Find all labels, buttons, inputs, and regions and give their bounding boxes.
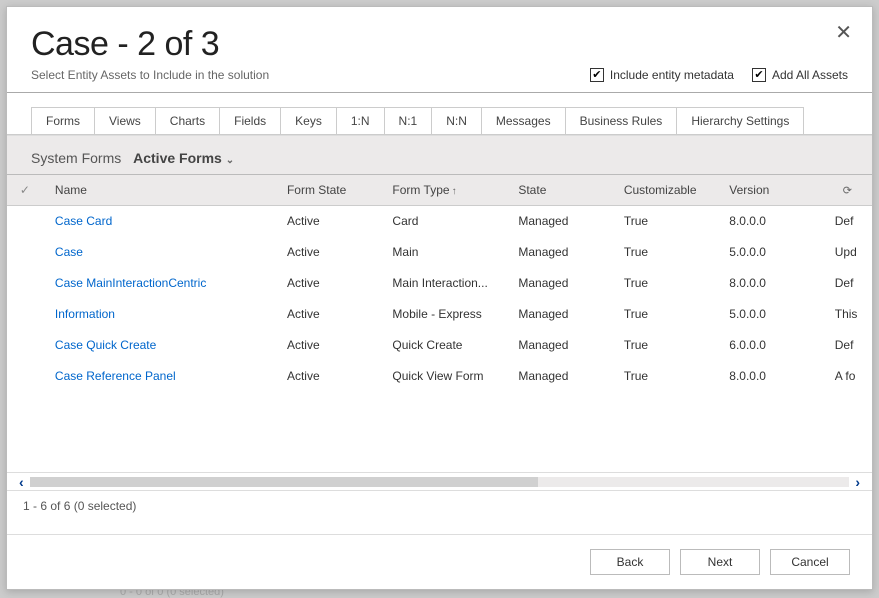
table-row[interactable]: Case Quick CreateActiveQuick CreateManag… — [7, 330, 872, 361]
cell-form-type: Quick View Form — [380, 361, 506, 392]
row-checkbox[interactable] — [7, 206, 43, 237]
column-name[interactable]: Name — [43, 175, 275, 206]
cell-version: 8.0.0.0 — [717, 206, 822, 237]
tab-1-n[interactable]: 1:N — [336, 107, 385, 134]
cell-version: 8.0.0.0 — [717, 268, 822, 299]
tab-forms[interactable]: Forms — [31, 107, 95, 134]
tab-n-n[interactable]: N:N — [431, 107, 482, 134]
include-entity-metadata-checkbox[interactable]: ✔ Include entity metadata — [590, 68, 734, 82]
cell-customizable: True — [612, 237, 717, 268]
cell-form-type: Quick Create — [380, 330, 506, 361]
cell-state: Managed — [506, 361, 611, 392]
tab-views[interactable]: Views — [94, 107, 156, 134]
row-checkbox[interactable] — [7, 361, 43, 392]
form-name-link[interactable]: Case — [43, 237, 275, 268]
add-all-assets-checkbox[interactable]: ✔ Add All Assets — [752, 68, 848, 82]
form-name-link[interactable]: Case Quick Create — [43, 330, 275, 361]
table-row[interactable]: CaseActiveMainManagedTrue5.0.0.0Upd — [7, 237, 872, 268]
forms-table: ✓ Name Form State Form Type↑ State Custo… — [7, 174, 872, 392]
cell-desc: Def — [823, 330, 872, 361]
column-form-type[interactable]: Form Type↑ — [380, 175, 506, 206]
column-form-state[interactable]: Form State — [275, 175, 380, 206]
cell-form-type: Mobile - Express — [380, 299, 506, 330]
table-row[interactable]: InformationActiveMobile - ExpressManaged… — [7, 299, 872, 330]
table-row[interactable]: Case CardActiveCardManagedTrue8.0.0.0Def — [7, 206, 872, 237]
table-row[interactable]: Case MainInteractionCentricActiveMain In… — [7, 268, 872, 299]
cell-form-type: Main Interaction... — [380, 268, 506, 299]
form-name-link[interactable]: Case Reference Panel — [43, 361, 275, 392]
cell-form-state: Active — [275, 237, 380, 268]
cell-version: 5.0.0.0 — [717, 237, 822, 268]
row-checkbox[interactable] — [7, 268, 43, 299]
sort-asc-icon: ↑ — [452, 186, 457, 197]
cell-version: 6.0.0.0 — [717, 330, 822, 361]
form-name-link[interactable]: Case MainInteractionCentric — [43, 268, 275, 299]
cell-customizable: True — [612, 330, 717, 361]
cell-desc: Def — [823, 206, 872, 237]
cell-customizable: True — [612, 361, 717, 392]
checkmark-icon: ✔ — [752, 68, 766, 82]
tab-messages[interactable]: Messages — [481, 107, 566, 134]
checkmark-icon: ✔ — [590, 68, 604, 82]
select-all-header[interactable]: ✓ — [7, 175, 43, 206]
cell-customizable: True — [612, 206, 717, 237]
horizontal-scrollbar[interactable] — [30, 477, 850, 487]
view-selector[interactable]: Active Forms ⌄ — [133, 150, 234, 166]
page-title: Case - 2 of 3 — [31, 25, 848, 64]
page-subtitle: Select Entity Assets to Include in the s… — [31, 68, 269, 82]
tab-keys[interactable]: Keys — [280, 107, 337, 134]
cell-state: Managed — [506, 206, 611, 237]
cell-form-state: Active — [275, 330, 380, 361]
cell-customizable: True — [612, 299, 717, 330]
column-state[interactable]: State — [506, 175, 611, 206]
chevron-down-icon: ⌄ — [226, 155, 234, 166]
cell-form-state: Active — [275, 206, 380, 237]
form-name-link[interactable]: Information — [43, 299, 275, 330]
checkmark-icon: ✓ — [20, 183, 30, 197]
refresh-grid[interactable]: ⟳ — [823, 175, 872, 206]
row-checkbox[interactable] — [7, 330, 43, 361]
cell-state: Managed — [506, 237, 611, 268]
row-checkbox[interactable] — [7, 299, 43, 330]
cell-state: Managed — [506, 330, 611, 361]
view-prefix: System Forms — [31, 150, 121, 166]
cell-desc: Upd — [823, 237, 872, 268]
scroll-right-icon[interactable]: › — [855, 475, 860, 489]
cell-desc: Def — [823, 268, 872, 299]
cell-desc: A fo — [823, 361, 872, 392]
refresh-icon: ⟳ — [843, 185, 852, 197]
cell-customizable: True — [612, 268, 717, 299]
cancel-button[interactable]: Cancel — [770, 549, 850, 575]
grid-whitespace — [7, 392, 872, 472]
cell-state: Managed — [506, 268, 611, 299]
cell-form-type: Card — [380, 206, 506, 237]
tab-n-1[interactable]: N:1 — [384, 107, 433, 134]
cell-desc: This — [823, 299, 872, 330]
back-button[interactable]: Back — [590, 549, 670, 575]
close-icon[interactable]: ✕ — [835, 23, 852, 43]
tab-fields[interactable]: Fields — [219, 107, 281, 134]
add-all-label: Add All Assets — [772, 68, 848, 82]
cell-form-type: Main — [380, 237, 506, 268]
wizard-modal: ✕ Case - 2 of 3 Select Entity Assets to … — [6, 6, 873, 590]
cell-version: 8.0.0.0 — [717, 361, 822, 392]
row-checkbox[interactable] — [7, 237, 43, 268]
scrollbar-thumb[interactable] — [30, 477, 538, 487]
next-button[interactable]: Next — [680, 549, 760, 575]
tab-business-rules[interactable]: Business Rules — [565, 107, 678, 134]
scroll-left-icon[interactable]: ‹ — [19, 475, 24, 489]
form-name-link[interactable]: Case Card — [43, 206, 275, 237]
tab-charts[interactable]: Charts — [155, 107, 220, 134]
cell-state: Managed — [506, 299, 611, 330]
column-version[interactable]: Version — [717, 175, 822, 206]
table-row[interactable]: Case Reference PanelActiveQuick View For… — [7, 361, 872, 392]
cell-form-state: Active — [275, 299, 380, 330]
cell-form-state: Active — [275, 268, 380, 299]
tab-hierarchy-settings[interactable]: Hierarchy Settings — [676, 107, 804, 134]
include-metadata-label: Include entity metadata — [610, 68, 734, 82]
cell-form-state: Active — [275, 361, 380, 392]
pager-status: 1 - 6 of 6 (0 selected) — [7, 490, 872, 521]
cell-version: 5.0.0.0 — [717, 299, 822, 330]
column-customizable[interactable]: Customizable — [612, 175, 717, 206]
